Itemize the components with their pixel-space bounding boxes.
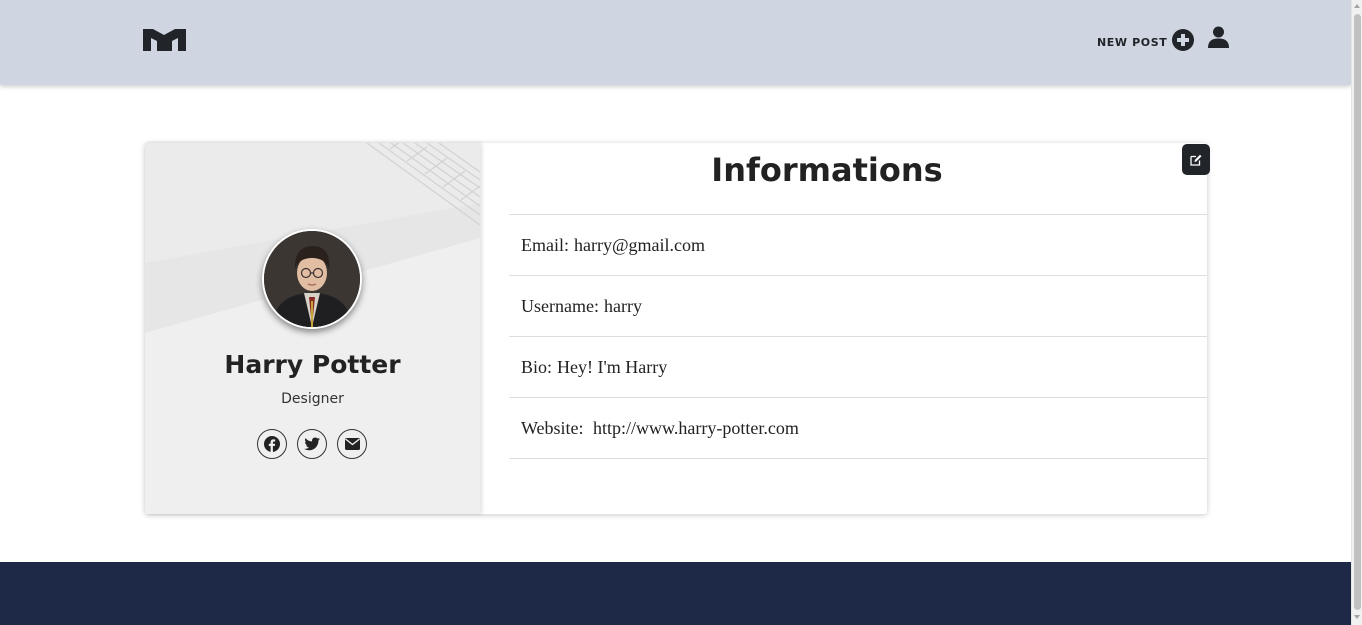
bio-value: Hey! I'm Harry xyxy=(557,356,668,377)
scroll-down-arrow-icon[interactable] xyxy=(1354,615,1360,619)
info-list: Email: harry@gmail.com Username: harry B… xyxy=(509,214,1207,459)
facebook-icon xyxy=(264,436,280,452)
info-row-bio: Bio: Hey! I'm Harry xyxy=(509,337,1207,398)
profile-role: Designer xyxy=(281,391,344,407)
footer xyxy=(0,562,1351,625)
website-label: Website: xyxy=(521,417,584,438)
username-label: Username: xyxy=(521,295,599,316)
avatar[interactable] xyxy=(262,229,362,329)
scrollbar-thumb[interactable] xyxy=(1354,14,1361,610)
profile-card: Harry Potter Designer Informations Email… xyxy=(145,143,1210,514)
info-row-website: Website: http://www.harry-potter.com xyxy=(509,398,1207,459)
email-button[interactable] xyxy=(337,429,367,459)
email-label: Email: xyxy=(521,234,569,255)
info-row-email: Email: harry@gmail.com xyxy=(509,215,1207,276)
edit-icon xyxy=(1190,154,1202,166)
twitter-icon xyxy=(304,437,320,451)
info-title: Informations xyxy=(711,151,943,189)
new-post-label: NEW POST xyxy=(1097,36,1168,49)
information-panel: Informations Email: harry@gmail.com User… xyxy=(509,143,1210,514)
top-navbar: NEW POST xyxy=(0,0,1351,85)
plus-circle-icon xyxy=(1172,29,1195,51)
scroll-up-arrow-icon[interactable] xyxy=(1354,4,1360,8)
website-value[interactable]: http://www.harry-potter.com xyxy=(589,418,799,439)
m-logo-icon[interactable] xyxy=(143,27,186,51)
user-icon[interactable] xyxy=(1208,26,1229,48)
page-scrollbar[interactable] xyxy=(1351,0,1362,625)
edit-button[interactable] xyxy=(1182,144,1210,175)
social-links xyxy=(257,429,367,459)
twitter-button[interactable] xyxy=(297,429,327,459)
profile-name: Harry Potter xyxy=(224,350,401,379)
profile-panel: Harry Potter Designer xyxy=(145,143,480,514)
new-post-button[interactable]: NEW POST xyxy=(1097,29,1195,51)
info-row-username: Username: harry xyxy=(509,276,1207,337)
email-value: harry@gmail.com xyxy=(574,234,706,255)
envelope-icon xyxy=(344,438,360,450)
avatar-photo xyxy=(264,231,360,327)
bio-label: Bio: xyxy=(521,356,553,377)
username-value: harry xyxy=(603,295,642,316)
facebook-button[interactable] xyxy=(257,429,287,459)
